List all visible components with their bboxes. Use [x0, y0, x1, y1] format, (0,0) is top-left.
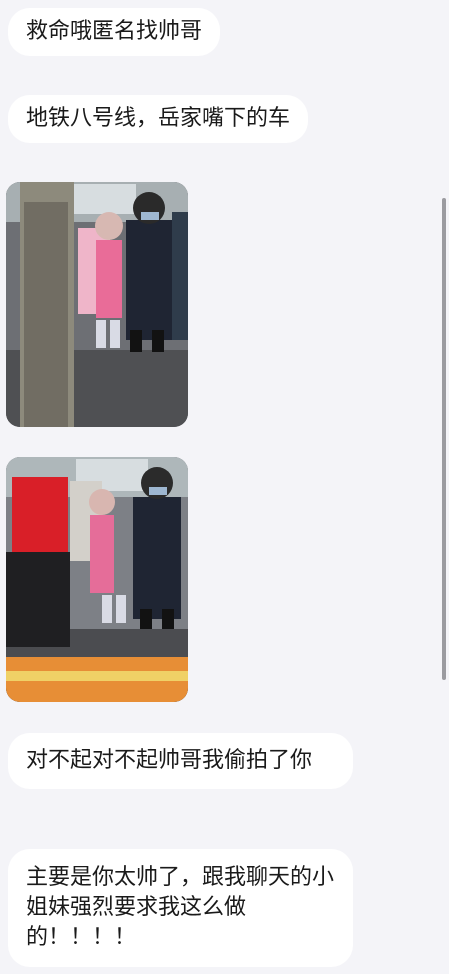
- subway-photo-2: [6, 457, 188, 702]
- message-bubble[interactable]: 主要是你太帅了，跟我聊天的小姐妹强烈要求我这么做的！！！！: [8, 849, 353, 967]
- message-bubble[interactable]: 对不起对不起帅哥我偷拍了你: [8, 733, 353, 789]
- message-text: 主要是你太帅了，跟我聊天的小姐妹强烈要求我这么做的！！！！: [26, 865, 335, 950]
- message-text: 对不起对不起帅哥我偷拍了你: [26, 748, 313, 773]
- message-text: 地铁八号线，岳家嘴下的车: [26, 106, 291, 131]
- subway-photo-1: [6, 182, 188, 427]
- photo-message[interactable]: [6, 457, 188, 702]
- message-text: 救命哦匿名找帅哥: [26, 19, 203, 44]
- message-bubble[interactable]: 救命哦匿名找帅哥: [8, 8, 221, 56]
- scrollbar[interactable]: [442, 198, 446, 680]
- message-bubble[interactable]: 地铁八号线，岳家嘴下的车: [8, 95, 309, 143]
- photo-message[interactable]: [6, 182, 188, 427]
